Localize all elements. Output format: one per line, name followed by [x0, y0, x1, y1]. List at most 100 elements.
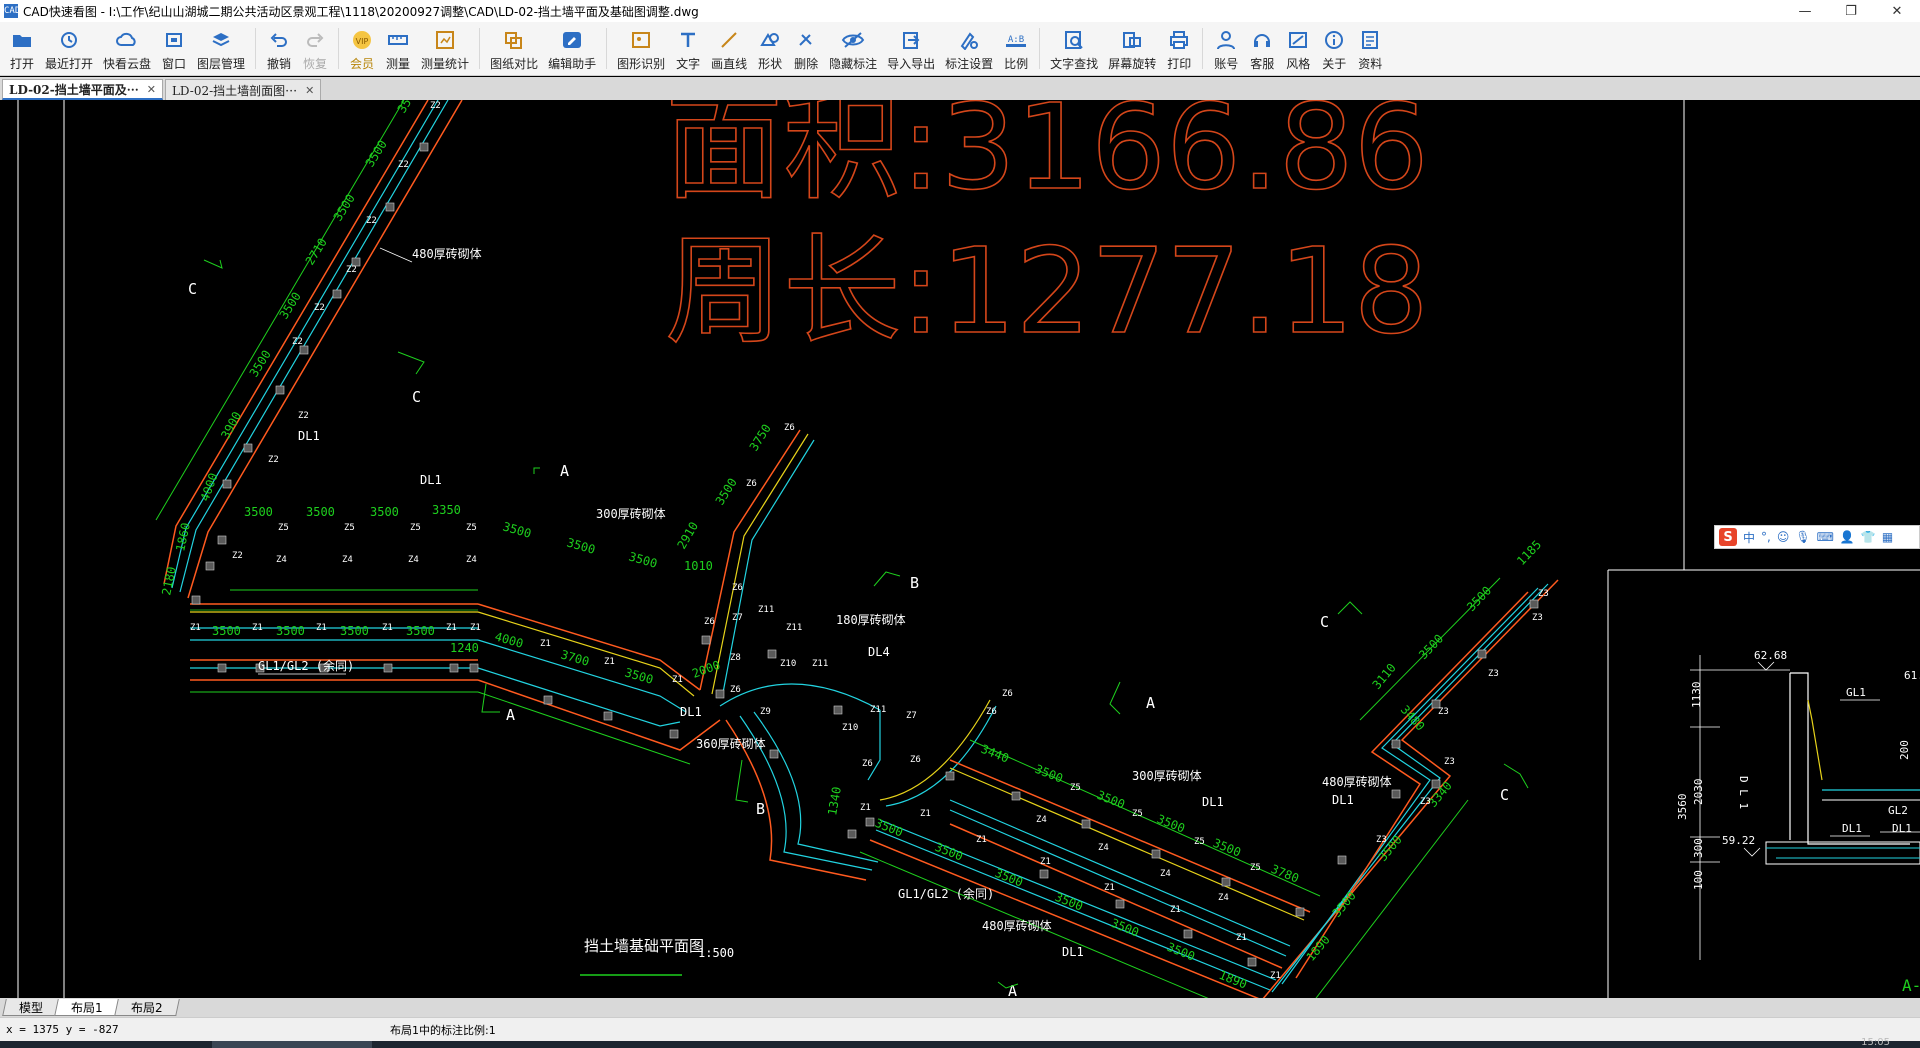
svg-text:Z5: Z5	[1070, 783, 1081, 793]
dim-label: 3500	[363, 138, 390, 170]
toolbar-button-label: 图纸对比	[490, 57, 539, 71]
minimize-button[interactable]: —	[1782, 0, 1828, 22]
toolbar-measure-stats-button[interactable]: 测量统计	[416, 22, 474, 75]
svg-text:Z10: Z10	[780, 659, 796, 669]
ime-mode-label[interactable]: 中	[1743, 529, 1755, 546]
plan-title: 挡土墙基础平面图	[584, 937, 704, 955]
dim-label: 1340	[825, 786, 844, 817]
toolbar-edit-helper-button[interactable]: 编辑助手	[543, 22, 601, 75]
toolbar-scale-button[interactable]: A:B 比例	[998, 22, 1034, 75]
app-logo-icon: CAD	[4, 4, 21, 18]
svg-text:Z3: Z3	[1420, 797, 1431, 807]
toolbar-redo-button[interactable]: 恢复	[297, 22, 333, 75]
toolbar-button-label: 窗口	[162, 57, 187, 71]
svg-text:A-: A-	[1902, 976, 1920, 995]
close-tab-icon[interactable]: ✕	[147, 83, 156, 96]
toolbar-account-button[interactable]: 账号	[1208, 22, 1244, 75]
toolbar-support-button[interactable]: 客服	[1244, 22, 1280, 75]
svg-text:A: A	[560, 462, 569, 480]
toolbar-recent-button[interactable]: 最近打开	[40, 22, 98, 75]
toolbar-shape-button[interactable]: 形状	[752, 22, 788, 75]
svg-text:Z6: Z6	[862, 759, 873, 769]
svg-text:Z2: Z2	[292, 337, 303, 347]
layout-tab-layout2[interactable]: 布局2	[113, 999, 180, 1016]
layout-tab-model[interactable]: 模型	[2, 999, 60, 1016]
svg-text:A: A	[1146, 694, 1155, 712]
drawing-canvas[interactable]: 面积:3166.86 周长:1277.18 3500 3500 2710 350…	[0, 100, 1920, 998]
toolbar-about-button[interactable]: 关于	[1316, 22, 1352, 75]
cursor-coordinates: x = 1375 y = -827	[6, 1023, 119, 1036]
maximize-button[interactable]: ❐	[1828, 0, 1874, 22]
svg-text:Z6: Z6	[910, 755, 921, 765]
toolbar-vip-button[interactable]: VIP 会员	[344, 22, 380, 75]
svg-text:Z4: Z4	[466, 555, 477, 565]
ime-punct-label[interactable]: °,	[1761, 530, 1771, 544]
svg-text:1130: 1130	[1690, 682, 1703, 709]
import-export-icon	[898, 28, 924, 52]
svg-text:Z5: Z5	[466, 523, 477, 533]
toolbar-hide-annotation-button[interactable]: 隐藏标注	[824, 22, 882, 75]
toolbar-text-search-button[interactable]: 文字查找	[1045, 22, 1103, 75]
close-button[interactable]: ✕	[1874, 0, 1920, 22]
svg-text:Z2: Z2	[268, 455, 279, 465]
menu-grid-icon[interactable]: ▦	[1882, 530, 1893, 544]
toolbar-button-label: 恢复	[303, 57, 328, 71]
dim-label: 3500	[1416, 632, 1446, 663]
toolbar-separator	[606, 28, 608, 69]
toolbar-annotation-settings-button[interactable]: 标注设置	[940, 22, 998, 75]
svg-text:59.22: 59.22	[1722, 834, 1755, 847]
skin-icon[interactable]: 👕	[1861, 530, 1876, 544]
toolbar-text-button[interactable]: 文字	[670, 22, 706, 75]
dim-label: 3500	[1033, 762, 1065, 786]
toolbar-button-label: 比例	[1004, 57, 1029, 71]
user-icon[interactable]: 👤	[1840, 530, 1855, 544]
toolbar-line-button[interactable]: 画直线	[706, 22, 752, 75]
layout-tab-layout1[interactable]: 布局1	[54, 999, 120, 1016]
ime-logo-icon: S	[1719, 528, 1737, 546]
clock: 15:05	[1861, 1037, 1890, 1048]
toolbar-print-button[interactable]: 打印	[1161, 22, 1197, 75]
toolbar-delete-button[interactable]: 删除	[788, 22, 824, 75]
toolbar-open-folder-button[interactable]: 打开	[4, 22, 40, 75]
toolbar-measure-button[interactable]: 测量	[380, 22, 416, 75]
print-icon	[1166, 28, 1192, 52]
keyboard-icon[interactable]: ⌨	[1817, 530, 1834, 544]
svg-text:Z7: Z7	[732, 613, 743, 623]
doc-tab-plan[interactable]: LD-02-挡土墙平面及⋯ ✕	[2, 79, 163, 100]
svg-text:Z5: Z5	[278, 523, 289, 533]
emoji-icon[interactable]: ☺	[1777, 530, 1790, 544]
svg-text:Z1: Z1	[920, 809, 931, 819]
callout-brick300: 300厚砖砌体	[596, 506, 666, 521]
perimeter-text: 周长:1277.18	[665, 222, 1429, 360]
dim-label: 3500	[627, 549, 659, 570]
close-tab-icon[interactable]: ✕	[305, 84, 314, 97]
svg-text:Z1: Z1	[382, 623, 393, 633]
dim-label: 3500	[1053, 890, 1085, 914]
toolbar-layers-button[interactable]: 图层管理	[192, 22, 250, 75]
ime-toolbar[interactable]: S 中 °, ☺ 🎙 ⌨ 👤 👕 ▦	[1714, 525, 1920, 549]
svg-text:Z11: Z11	[758, 605, 774, 615]
toolbar-shape-recognize-button[interactable]: 图形识别	[612, 22, 670, 75]
docs-icon	[1357, 28, 1383, 52]
toolbar-window-button[interactable]: 窗口	[156, 22, 192, 75]
toolbar-compare-button[interactable]: 图纸对比	[485, 22, 543, 75]
layout-tab-bar: 模型 布局1 布局2	[0, 998, 1920, 1017]
cad-drawing: 面积:3166.86 周长:1277.18 3500 3500 2710 350…	[17, 100, 1920, 998]
toolbar-rotate-screen-button[interactable]: 屏幕旋转	[1103, 22, 1161, 75]
toolbar-docs-button[interactable]: 资料	[1352, 22, 1388, 75]
toolbar-style-button[interactable]: 风格	[1280, 22, 1316, 75]
callout-dl1: DL1	[1332, 793, 1354, 807]
toolbar-cloud-button[interactable]: 快看云盘	[98, 22, 156, 75]
text-icon	[675, 28, 701, 52]
dim-label: 3350	[432, 503, 461, 517]
toolbar-import-export-button[interactable]: 导入导出	[882, 22, 940, 75]
toolbar-undo-button[interactable]: 撤销	[261, 22, 297, 75]
doc-tab-section[interactable]: LD-02-挡土墙剖面图⋯ ✕	[164, 79, 322, 100]
shape-recognize-icon	[628, 28, 654, 52]
microphone-icon[interactable]: 🎙	[1795, 530, 1810, 544]
undo-icon	[266, 28, 292, 52]
doc-tab-label: LD-02-挡土墙剖面图⋯	[171, 83, 298, 98]
dim-label: 3500	[565, 535, 597, 556]
title-bar: CAD CAD快速看图 - I:\工作\纪山山湖城二期公共活动区景观工程\111…	[0, 0, 1920, 22]
svg-text:Z2: Z2	[314, 303, 325, 313]
